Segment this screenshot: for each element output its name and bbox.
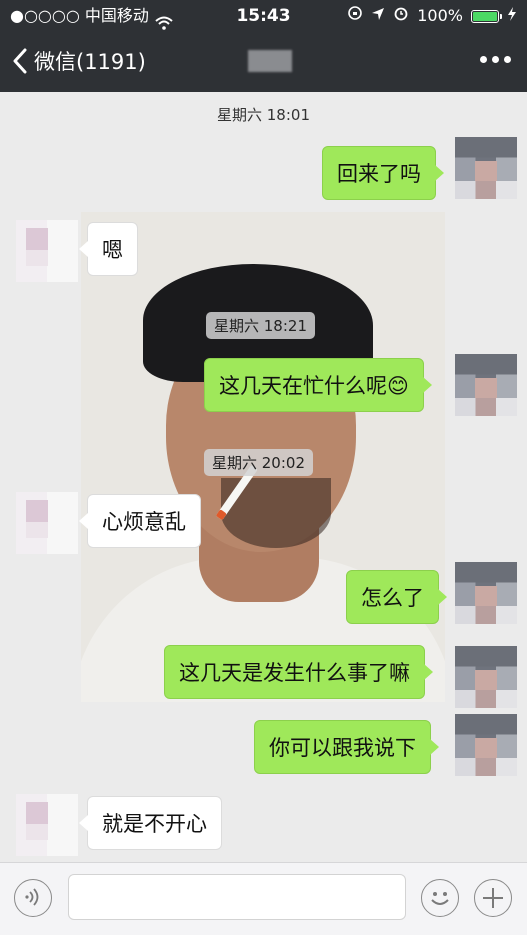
- chat-area[interactable]: 星期六 18:01 回来了吗 嗯 星期六 18:21 这几天在忙什么呢😊 星期六…: [0, 92, 527, 862]
- timestamp: 星期六 18:01: [217, 106, 310, 124]
- timestamp: 星期六 18:21: [206, 312, 315, 339]
- avatar-pixel: [26, 824, 48, 840]
- back-label: 微信(1191): [34, 50, 146, 74]
- top-bar: ●○○○○ 中国移动 15:43 100% 微信(1191): [0, 0, 527, 92]
- contact-avatar[interactable]: [16, 220, 78, 282]
- dot-icon: [492, 56, 499, 63]
- more-options-button[interactable]: [480, 56, 511, 63]
- message-input[interactable]: [68, 874, 406, 920]
- my-avatar[interactable]: [455, 562, 517, 624]
- voice-icon: [25, 888, 39, 906]
- contact-name-redacted: [248, 50, 292, 72]
- outgoing-message[interactable]: 这几天在忙什么呢😊: [204, 358, 432, 412]
- battery-fill: [473, 11, 497, 21]
- avatar-pixel: [26, 228, 48, 250]
- voice-button[interactable]: [14, 879, 52, 917]
- avatar-pixel: [455, 758, 517, 776]
- contact-avatar[interactable]: [16, 492, 78, 554]
- status-right: 100%: [347, 0, 517, 32]
- status-bar: ●○○○○ 中国移动 15:43 100%: [0, 0, 527, 32]
- input-bar: [0, 862, 527, 935]
- emoji-button[interactable]: [421, 879, 459, 917]
- carrier-label: ●○○○○ 中国移动: [10, 6, 149, 25]
- alarm-icon: [393, 0, 409, 32]
- incoming-message[interactable]: 嗯: [79, 222, 138, 276]
- incoming-message[interactable]: 心烦意乱: [79, 494, 201, 548]
- avatar-pixel: [26, 500, 48, 522]
- avatar-pixel: [455, 606, 517, 624]
- outgoing-message[interactable]: 你可以跟我说下: [254, 720, 439, 774]
- avatar-pixel: [26, 250, 48, 266]
- status-left: ●○○○○ 中国移动: [10, 0, 173, 32]
- location-icon: [371, 0, 385, 32]
- charging-icon: [507, 0, 517, 32]
- avatar-pixel: [455, 690, 517, 708]
- plus-button[interactable]: [474, 879, 512, 917]
- smile-emoji-icon: 😊: [387, 374, 409, 398]
- my-avatar[interactable]: [455, 714, 517, 776]
- smile-icon: [431, 892, 449, 905]
- timestamp: 星期六 20:02: [204, 449, 313, 476]
- dot-icon: [480, 56, 487, 63]
- battery-icon: [471, 9, 502, 23]
- rotation-lock-icon: [347, 0, 363, 32]
- avatar-pixel: [455, 398, 517, 416]
- my-avatar[interactable]: [455, 646, 517, 708]
- dot-icon: [504, 56, 511, 63]
- outgoing-message[interactable]: 回来了吗: [322, 146, 444, 200]
- contact-avatar[interactable]: [16, 794, 78, 856]
- back-button[interactable]: 微信(1191): [12, 44, 146, 78]
- avatar-pixel: [26, 522, 48, 538]
- outgoing-message[interactable]: 怎么了: [346, 570, 447, 624]
- avatar-pixel: [26, 802, 48, 824]
- avatar-pixel: [455, 181, 517, 199]
- outgoing-message[interactable]: 这几天是发生什么事了嘛: [164, 645, 433, 699]
- wifi-icon: [155, 9, 173, 30]
- battery-percent: 100%: [417, 6, 463, 25]
- my-avatar[interactable]: [455, 137, 517, 199]
- incoming-message[interactable]: 就是不开心: [79, 796, 222, 850]
- my-avatar[interactable]: [455, 354, 517, 416]
- nav-bar: 微信(1191): [0, 32, 527, 92]
- chevron-left-icon: [13, 48, 27, 74]
- message-text: 这几天在忙什么呢: [219, 374, 387, 398]
